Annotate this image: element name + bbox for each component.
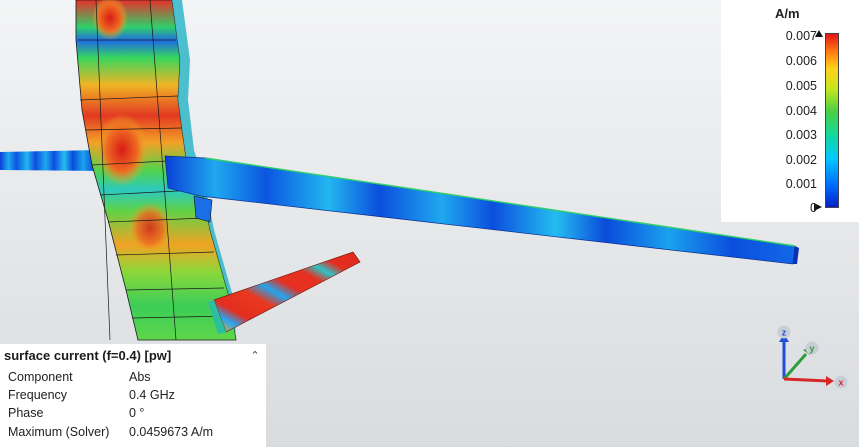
info-key: Frequency [8, 388, 68, 402]
colorbar-tick: 0.003 [785, 128, 817, 142]
x-axis-label: x [838, 378, 843, 388]
3d-viewport[interactable]: A/m 0.007 0.006 0.005 0.004 0.003 0.002 … [0, 0, 859, 447]
hotspot-upper [96, 114, 148, 186]
colorbar-unit: A/m [775, 6, 800, 21]
x-axis [783, 377, 829, 383]
colorbar-gradient [825, 33, 839, 208]
long-arm-surface [164, 155, 796, 265]
colorbar-tick: 0.006 [785, 54, 817, 68]
result-title: surface current (f=0.4) [pw] [4, 348, 172, 363]
x-arrowhead [826, 376, 834, 386]
colorbar-tick: 0.007 [785, 29, 817, 43]
z-axis-label: z [782, 328, 787, 338]
left-arm-segment [0, 150, 104, 171]
info-value: 0.4 GHz [129, 388, 175, 402]
colorbar-tick: 0.005 [785, 79, 817, 93]
connector-block [193, 195, 213, 223]
colorbar-tick: 0.004 [785, 104, 817, 118]
info-value: Abs [129, 370, 151, 384]
hotspot-lower [128, 202, 172, 254]
info-key: Phase [8, 406, 44, 420]
colorbar-tick: 0.002 [785, 153, 817, 167]
y-axis [782, 353, 808, 380]
chevron-up-icon[interactable]: ⌃ [248, 349, 262, 363]
info-key: Component [8, 370, 73, 384]
colorbar-legend: A/m 0.007 0.006 0.005 0.004 0.003 0.002 … [721, 0, 859, 222]
y-axis-label: y [809, 344, 814, 354]
stub-arm-surface [213, 251, 361, 333]
info-key: Maximum (Solver) [8, 425, 110, 439]
result-info-panel: surface current (f=0.4) [pw] ⌃ Component… [0, 344, 266, 447]
info-value: 0.0459673 A/m [129, 425, 214, 439]
axes-triad[interactable]: z y x [770, 322, 850, 392]
colorbar-tick: 0.001 [785, 177, 817, 191]
info-value: 0 ° [129, 406, 145, 420]
colorbar-tick: 0 [810, 201, 817, 215]
